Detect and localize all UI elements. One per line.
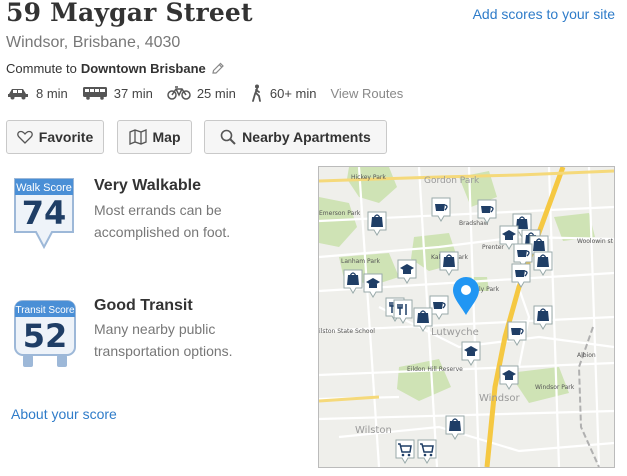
bike-time: 25 min	[196, 85, 236, 101]
address-subtitle: Windsor, Brisbane, 4030	[6, 34, 181, 51]
heart-icon	[16, 130, 33, 144]
nearby-label: Nearby Apartments	[242, 129, 371, 145]
transit-score-heading: Good Transit	[94, 297, 193, 314]
transit-score-description: Many nearby public transportation option…	[94, 321, 233, 359]
map-label-hickey: Hickey Park	[351, 174, 386, 181]
bike-icon	[167, 86, 191, 100]
map-icon	[128, 129, 147, 145]
about-score-link[interactable]: About your score	[11, 406, 117, 422]
walk-icon	[251, 84, 261, 102]
bus-icon	[82, 87, 107, 100]
map-label-windsor: Windsor	[479, 393, 520, 404]
map-label: Map	[152, 129, 181, 145]
commute-prefix: Commute to	[6, 61, 77, 76]
transit-score-label: Transit Score	[15, 305, 75, 316]
shop-marker-icon[interactable]	[533, 251, 553, 276]
map-label-bradshaw: Bradshaw	[459, 220, 489, 227]
map-streets	[319, 167, 614, 467]
commute-modes: 8 min 37 min 25 min 60+ min View Routes	[6, 84, 403, 102]
map-major-roads	[319, 167, 614, 467]
pencil-icon[interactable]	[211, 62, 225, 76]
transit-score-value: 52	[22, 317, 68, 355]
add-scores-link[interactable]: Add scores to your site	[473, 6, 615, 22]
commute-line: Commute to Downtown Brisbane	[6, 61, 225, 76]
view-routes-link[interactable]: View Routes	[330, 86, 403, 101]
map-label-emerson: Emerson Park	[319, 210, 361, 217]
car-time: 8 min	[36, 85, 68, 101]
walk-score-label: Walk Score	[16, 182, 72, 194]
shop-marker-icon[interactable]	[439, 251, 459, 276]
cafe-marker-icon[interactable]	[431, 197, 451, 222]
favorite-button[interactable]: Favorite	[6, 120, 104, 154]
grocery-marker-icon[interactable]	[395, 439, 415, 464]
restaurant-marker-icon[interactable]	[393, 299, 413, 324]
commute-destination[interactable]: Downtown Brisbane	[81, 61, 206, 76]
walk-score-heading: Very Walkable	[94, 177, 202, 194]
map-label-eildon: Eildon Hill Reserve	[407, 366, 463, 373]
map-canvas[interactable]: Hickey Park Gordon Park Emerson Park Bra…	[319, 167, 614, 467]
map-label-ilston: ilston State School	[319, 328, 375, 335]
cafe-marker-icon[interactable]	[511, 263, 531, 288]
school-marker-icon[interactable]	[397, 259, 417, 284]
walk-score-description: Most errands can be accomplished on foot…	[94, 202, 231, 240]
school-marker-icon[interactable]	[461, 341, 481, 366]
shop-marker-icon[interactable]	[367, 211, 387, 236]
map-label-windsor-park: Windsor Park	[535, 384, 575, 391]
location-pin-icon[interactable]	[453, 277, 479, 315]
map-label-woolowin: Woolowin st	[577, 238, 614, 245]
favorite-label: Favorite	[38, 129, 94, 145]
map-label-lanham: Lanham Park	[341, 258, 381, 265]
mode-bike[interactable]: 25 min	[167, 85, 236, 101]
map-label-ly: ly Park	[479, 286, 500, 293]
transit-score-badge[interactable]: Transit Score 52	[12, 298, 78, 372]
grocery-marker-icon[interactable]	[417, 439, 437, 464]
bus-time: 37 min	[113, 85, 153, 101]
map-label-prenter: Prenter	[482, 244, 504, 251]
mode-car[interactable]: 8 min	[6, 86, 68, 101]
map-label-gordon: Gordon Park	[424, 176, 480, 186]
mode-bus[interactable]: 37 min	[82, 86, 153, 101]
school-marker-icon[interactable]	[499, 365, 519, 390]
map-button[interactable]: Map	[117, 120, 192, 154]
page-title: 59 Maygar Street	[6, 0, 253, 27]
shop-marker-icon[interactable]	[445, 415, 465, 440]
map-label-albion: Albion	[577, 352, 596, 359]
cafe-marker-icon[interactable]	[429, 295, 449, 320]
nearby-apartments-button[interactable]: Nearby Apartments	[204, 120, 387, 154]
car-icon	[8, 89, 28, 100]
search-icon	[220, 129, 236, 145]
map-label-wilston: Wilston	[355, 425, 392, 436]
map-label-lutwyche: Lutwyche	[431, 327, 479, 338]
walk-score-badge[interactable]: Walk Score 74	[12, 176, 76, 250]
shop-marker-icon[interactable]	[533, 305, 553, 330]
mode-walk[interactable]: 60+ min	[250, 84, 317, 102]
walk-score-value: 74	[21, 194, 67, 232]
walk-time: 60+ min	[269, 85, 317, 101]
neighborhood-map[interactable]: Hickey Park Gordon Park Emerson Park Bra…	[318, 166, 615, 468]
